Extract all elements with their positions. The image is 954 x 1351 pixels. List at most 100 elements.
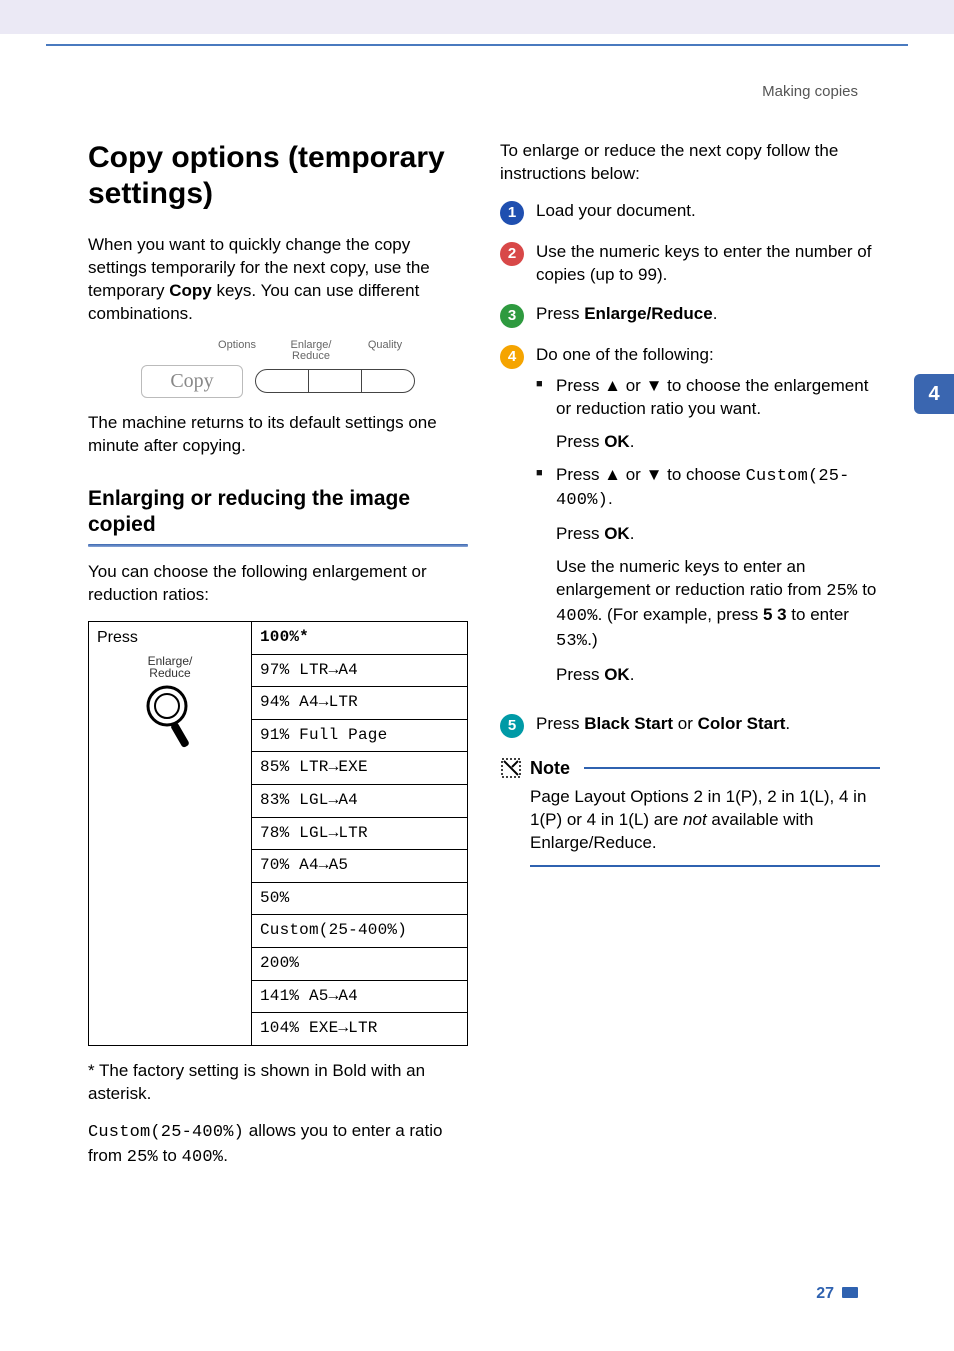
section-heading-enlarge: Enlarging or reducing the image copied — [88, 486, 468, 539]
ratio-cell: 104% EXE→LTR — [251, 1013, 467, 1046]
t: 5 3 — [763, 605, 787, 624]
custom-range-note: Custom(25-400%) allows you to enter a ra… — [88, 1120, 468, 1170]
right-column: To enlarge or reduce the next copy follo… — [500, 140, 880, 867]
top-band — [0, 0, 954, 34]
chapter-tab: 4 — [914, 374, 954, 414]
ratio-cell: 85% LTR→EXE — [251, 752, 467, 785]
step-item: 1 Load your document. — [500, 200, 880, 225]
step4-options: Press ▲ or ▼ to choose the enlargement o… — [536, 375, 880, 687]
top-rule — [46, 44, 908, 46]
t: Press — [556, 665, 604, 684]
step-item: 2 Use the numeric keys to enter the numb… — [500, 241, 880, 287]
opt1-line2: Press OK. — [556, 431, 880, 454]
note-italic: not — [683, 810, 707, 829]
step-body: Use the numeric keys to enter the number… — [536, 241, 880, 287]
ratio-cell: 83% LGL→A4 — [251, 785, 467, 818]
left-column: Copy options (temporary settings) When y… — [88, 140, 468, 1184]
step4-lead: Do one of the following: — [536, 345, 714, 364]
table-row: Press Enlarge/ Reduce 100%* — [89, 622, 468, 655]
page-number: 27 — [816, 1283, 858, 1305]
step4-option: Press ▲ or ▼ to choose Custom(25-400%). … — [536, 464, 880, 688]
copy-key-buttons — [255, 369, 415, 393]
copy-key-frame: Copy — [141, 365, 242, 398]
t: 400% — [556, 607, 598, 626]
page-corner-mark — [842, 1287, 858, 1298]
t: . — [630, 432, 635, 451]
label-options: Options — [215, 340, 259, 363]
intro-copy-bold: Copy — [169, 281, 212, 300]
step-item: 3 Press Enlarge/Reduce. — [500, 303, 880, 328]
note-rule — [584, 767, 880, 769]
ratio-cell: 97% LTR→A4 — [251, 654, 467, 687]
t: . — [630, 665, 635, 684]
step-badge-5: 5 — [500, 714, 524, 738]
opt2-line2: Press OK. — [556, 523, 880, 546]
ratio-cell: 91% Full Page — [251, 719, 467, 752]
t: to enter — [787, 605, 849, 624]
note-icon — [500, 757, 522, 779]
step3-bold: Enlarge/Reduce — [584, 304, 713, 323]
note-rule-bottom — [530, 865, 880, 867]
label-enlarge-reduce: Enlarge/ Reduce — [289, 340, 333, 363]
t: Color Start — [698, 714, 786, 733]
ratio-cell: 50% — [251, 882, 467, 915]
custom-code-2: 25% — [127, 1148, 158, 1167]
page-title: Copy options (temporary settings) — [88, 140, 468, 212]
magnifier-icon — [143, 682, 197, 752]
t: 53% — [556, 632, 587, 651]
press-label: Press — [97, 627, 243, 649]
press-illustration: Enlarge/ Reduce — [97, 655, 243, 752]
step3-text: Press — [536, 304, 584, 323]
step-badge-1: 1 — [500, 201, 524, 225]
t: Black Start — [584, 714, 673, 733]
t: Press — [536, 714, 584, 733]
step-badge-3: 3 — [500, 304, 524, 328]
t: Press — [556, 432, 604, 451]
custom-text-3: . — [223, 1146, 228, 1165]
press-cell: Press Enlarge/ Reduce — [89, 622, 252, 1046]
note-body: Page Layout Options 2 in 1(P), 2 in 1(L)… — [530, 786, 880, 867]
step-body: Do one of the following: Press ▲ or ▼ to… — [536, 344, 880, 697]
copy-key-labels: Options Enlarge/ Reduce Quality — [215, 340, 407, 363]
note-heading: Note — [500, 756, 880, 780]
t: OK — [604, 524, 630, 543]
step-item: 5 Press Black Start or Color Start. — [500, 713, 880, 738]
breadcrumb: Making copies — [762, 82, 858, 102]
ratio-cell: 200% — [251, 948, 467, 981]
t: OK — [604, 432, 630, 451]
step3-text-2: . — [713, 304, 718, 323]
ratios-intro: You can choose the following enlargement… — [88, 561, 468, 607]
intro-paragraph: When you want to quickly change the copy… — [88, 234, 468, 326]
custom-code-3: 400% — [182, 1148, 224, 1167]
t: OK — [604, 665, 630, 684]
t: . (For example, press — [598, 605, 763, 624]
after-figure-paragraph: The machine returns to its default setti… — [88, 412, 468, 458]
press-ill-label: Enlarge/ Reduce — [97, 655, 243, 680]
ratio-cell: 78% LGL→LTR — [251, 817, 467, 850]
t: . — [608, 489, 613, 508]
custom-code-1: Custom(25-400%) — [88, 1123, 244, 1142]
t: Press ▲ or ▼ to choose — [556, 465, 746, 484]
t: . — [785, 714, 790, 733]
ratio-cell: 94% A4→LTR — [251, 687, 467, 720]
t: .) — [587, 630, 597, 649]
opt2-line3: Use the numeric keys to enter an enlarge… — [556, 556, 880, 654]
step-body: Press Enlarge/Reduce. — [536, 303, 880, 328]
step4-option: Press ▲ or ▼ to choose the enlargement o… — [536, 375, 880, 454]
ratio-cell: 141% A5→A4 — [251, 980, 467, 1013]
factory-footnote: * The factory setting is shown in Bold w… — [88, 1060, 468, 1106]
opt2-line1: Press ▲ or ▼ to choose Custom(25-400%). — [556, 464, 880, 514]
label-quality: Quality — [363, 340, 407, 363]
step-badge-4: 4 — [500, 345, 524, 369]
opt1-line1: Press ▲ or ▼ to choose the enlargement o… — [556, 375, 880, 421]
ratio-cell: Custom(25-400%) — [251, 915, 467, 948]
section-heading-rule — [88, 544, 468, 547]
steps-list: 1 Load your document. 2 Use the numeric … — [500, 200, 880, 738]
step-body: Press Black Start or Color Start. — [536, 713, 880, 738]
copy-key-row: Copy — [141, 365, 414, 398]
page-number-value: 27 — [816, 1285, 834, 1302]
step-item: 4 Do one of the following: Press ▲ or ▼ … — [500, 344, 880, 697]
t: to — [857, 580, 876, 599]
t: or — [673, 714, 698, 733]
t: Use the numeric keys to enter an enlarge… — [556, 557, 826, 599]
